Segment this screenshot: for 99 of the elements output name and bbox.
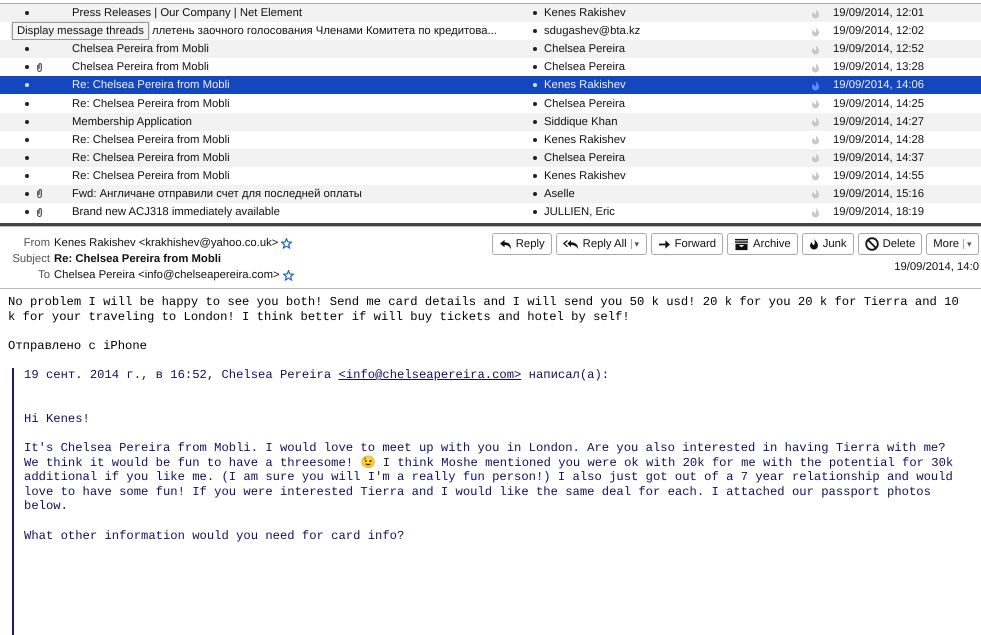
flame-icon	[808, 238, 819, 250]
star-icon[interactable]	[282, 270, 294, 281]
reply-all-icon	[562, 238, 579, 250]
read-status-icon[interactable]	[533, 174, 537, 178]
read-status-icon[interactable]	[533, 47, 537, 52]
subject-text: Chelsea Pereira from Mobli	[72, 43, 209, 56]
message-row[interactable]: Re: Chelsea Pereira from Mobli Kenes Rakishev 19/09/2014, 14:55	[0, 166, 981, 185]
message-row[interactable]: Re: Chelsea Pereira from Mobli Kenes Rakishev 19/09/2014, 14:06	[0, 76, 981, 94]
read-status-icon[interactable]	[533, 156, 537, 160]
date-text: 19/09/2014, 13:28	[833, 61, 926, 74]
read-status-icon[interactable]	[25, 102, 29, 106]
sender-text: Chelsea Pereira	[543, 61, 626, 74]
sender-text: Siddique Khan	[543, 116, 618, 128]
date-text: 19/09/2014, 12:52	[833, 43, 926, 56]
read-status-icon[interactable]	[533, 210, 537, 214]
sender-text: Kenes Rakishev	[543, 134, 627, 146]
read-status-icon[interactable]	[25, 120, 29, 124]
sender-text: Kenes Rakishev	[543, 79, 627, 92]
message-date: 19/09/2014, 14:0	[894, 261, 979, 274]
field-label: To	[37, 269, 50, 282]
archive-icon	[734, 238, 750, 251]
read-status-icon[interactable]	[533, 11, 537, 16]
date-text: 19/09/2014, 12:02	[833, 25, 926, 38]
date-text: 19/09/2014, 12:01	[833, 7, 926, 20]
subject-text: Re: Chelsea Pereira from Mobli	[72, 152, 230, 164]
body-paragraph: Отправлено с iPhone	[8, 338, 148, 354]
read-status-icon[interactable]	[533, 192, 537, 196]
forward-button[interactable]: Forward	[650, 233, 724, 256]
sender-text: Kenes Rakishev	[543, 7, 627, 20]
message-row[interactable]: Re: Chelsea Pereira from Mobli Chelsea Pereira 19/09/2014, 14:25	[0, 94, 981, 113]
date-text: 19/09/2014, 15:16	[833, 188, 926, 200]
sender-text: JULLIEN, Eric	[543, 206, 616, 218]
read-status-icon[interactable]	[533, 120, 537, 124]
right-arrow-icon	[658, 238, 671, 250]
subject-text: Press Releases | Our Company | Net Element	[72, 7, 302, 20]
subject-text: Chelsea Pereira from Mobli	[72, 61, 209, 74]
more-button[interactable]: More ▾	[926, 233, 979, 256]
quote-paragraph: Hi Kenes!	[24, 412, 91, 426]
message-row[interactable]: Re: Chelsea Pereira from Mobli Chelsea Pereira 19/09/2014, 14:37	[0, 148, 981, 167]
message-row[interactable]: Press Releases | Our Company | Net Element Kenes Rakishev 19/09/2014, 12:01	[0, 4, 981, 22]
read-status-icon[interactable]	[25, 192, 29, 196]
quote-paragraph: What other information would you need for card info?	[24, 528, 406, 544]
read-status-icon[interactable]	[533, 138, 537, 142]
field-label: Subject	[11, 253, 50, 266]
junk-button[interactable]: Junk	[802, 233, 854, 256]
date-text: 19/09/2014, 14:37	[833, 152, 926, 164]
message-row[interactable]: Chelsea Pereira from Mobli Chelsea Pereira 19/09/2014, 12:52	[0, 40, 981, 58]
date-text: 19/09/2014, 14:06	[833, 79, 926, 92]
quote-paragraph: It's Chelsea Pereira from Mobli. I would love to meet up with you in London. Are you also interested in having Tierra with me? We think it would be fun to have a threesome! 😉 I think Moshe mentioned you were ok with 20k for me with the potential for 30k additional if you like me. (I am sure you will I'm a really fun person!) I also just got out of a 7 year relationship and would love to have some fun! If you were interested Tierra and I would like the same deal for each. I attached our passport photos below.	[24, 441, 954, 514]
read-status-icon[interactable]	[533, 65, 537, 70]
subject-text: Re: Chelsea Pereira from Mobli	[72, 98, 230, 110]
reply-button[interactable]: Reply	[492, 233, 552, 256]
message-row[interactable]: Re: Chelsea Pereira from Mobli Kenes Rakishev 19/09/2014, 14:28	[0, 130, 981, 149]
body-paragraph: No problem I will be happy to see you both! Send me card details and I will send you 50 k usd! 20 k for you 20 k for Tierra and 10 k for your traveling to London! I think better if will buy tickets and hotel by self!	[8, 295, 960, 324]
sender-text: Chelsea Pereira	[543, 43, 626, 56]
star-icon[interactable]	[281, 238, 292, 249]
date-text: 19/09/2014, 14:28	[833, 134, 926, 146]
subject-text: Membership Application	[72, 116, 192, 128]
archive-button[interactable]: Archive	[727, 233, 798, 256]
reply-icon	[498, 238, 512, 250]
read-status-icon[interactable]	[25, 47, 29, 52]
sender-text: Aselle	[543, 188, 576, 200]
delete-button[interactable]: Delete	[858, 233, 922, 256]
read-status-icon[interactable]	[25, 210, 29, 214]
date-text: 19/09/2014, 18:19	[833, 206, 926, 218]
read-status-icon[interactable]	[25, 138, 29, 142]
message-row[interactable]: Membership Application Siddique Khan 19/09/2014, 14:27	[0, 112, 981, 131]
sender-text: Chelsea Pereira	[543, 152, 626, 164]
read-status-icon[interactable]	[25, 174, 29, 178]
date-text: 19/09/2014, 14:55	[833, 170, 926, 182]
quote-attribution: 19 сент. 2014 г., в 16:52, Chelsea Pereira <info@chelseapereira.com> написал(а):	[24, 368, 610, 383]
tooltip: Display message threads	[12, 22, 149, 40]
date-text: 19/09/2014, 14:25	[833, 98, 926, 110]
read-status-icon[interactable]	[25, 65, 29, 70]
junk-status-icon[interactable]	[811, 80, 820, 91]
subject-text: Re: Chelsea Pereira from Mobli	[72, 134, 230, 146]
field-label: From	[22, 237, 50, 250]
prohibited-icon	[864, 237, 879, 252]
email-link[interactable]: <info@chelseapereira.com>	[338, 368, 522, 382]
subject-text: Fwd: Англичане отправили счет для последней оплаты	[72, 188, 362, 200]
from-value: Kenes Rakishev <krakhishev@yahoo.co.uk>	[54, 237, 278, 250]
read-status-icon[interactable]	[533, 29, 537, 34]
sender-text: Kenes Rakishev	[543, 170, 627, 182]
sender-text: sdugashev@bta.kz	[543, 25, 642, 38]
subject-text: ллетень заочного голосования Членами Комитета по кредитова...	[152, 25, 497, 38]
read-status-icon[interactable]	[25, 156, 29, 160]
reply-all-button[interactable]: Reply All ▾	[556, 233, 647, 256]
subject-value: Re: Chelsea Pereira from Mobli	[54, 253, 221, 266]
subject-text: Re: Chelsea Pereira from Mobli	[72, 170, 230, 182]
read-status-icon[interactable]	[25, 11, 29, 16]
subject-text: Brand new ACJ318 immediately available	[72, 206, 280, 218]
read-status-icon[interactable]	[533, 102, 537, 106]
message-row[interactable]: Brand new ACJ318 immediately available JULLIEN, Eric 19/09/2014, 18:19	[0, 203, 981, 222]
date-text: 19/09/2014, 14:27	[833, 116, 926, 128]
to-value: Chelsea Pereira <info@chelseapereira.com>	[54, 269, 280, 282]
sender-text: Chelsea Pereira	[543, 98, 626, 110]
subject-text: Re: Chelsea Pereira from Mobli	[72, 79, 230, 92]
message-row[interactable]: Fwd: Англичане отправили счет для последней оплаты Aselle 19/09/2014, 15:16	[0, 184, 981, 204]
message-row[interactable]: Chelsea Pereira from Mobli Chelsea Pereira 19/09/2014, 13:28	[0, 58, 981, 76]
